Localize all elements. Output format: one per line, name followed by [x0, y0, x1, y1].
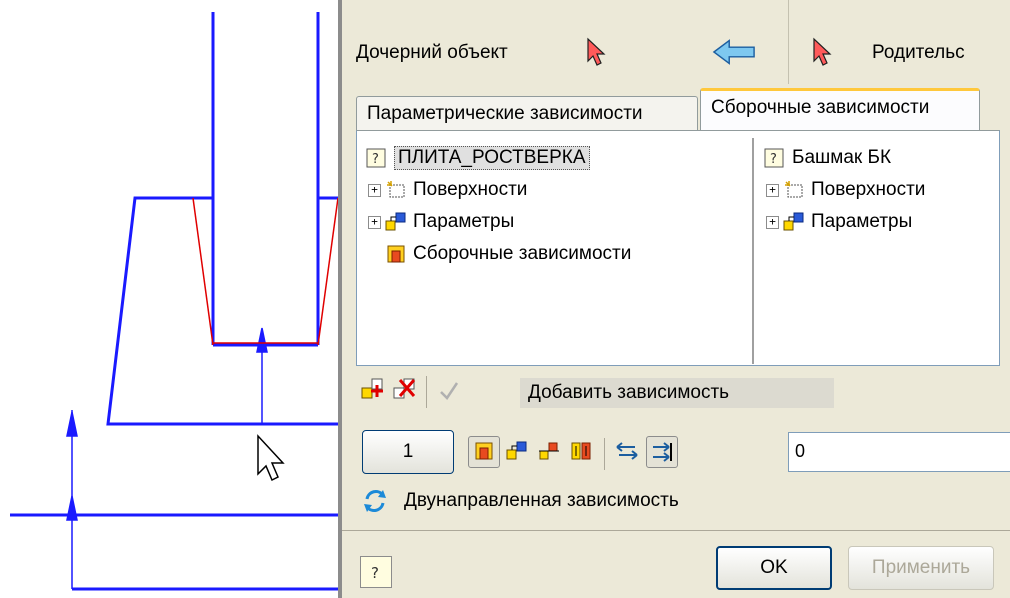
parent-object-pick-button[interactable]	[800, 30, 844, 74]
tree-root-label: Башмак БК	[792, 147, 892, 168]
expand-icon[interactable]: +	[766, 215, 779, 229]
checkmark-icon	[440, 382, 459, 400]
expand-icon[interactable]: +	[368, 215, 381, 229]
apply-dependency-check-button[interactable]	[434, 376, 464, 406]
help-icon: ?	[371, 564, 379, 582]
tree-item-surfaces[interactable]: + Поверхности	[368, 176, 527, 204]
expand-icon[interactable]: +	[766, 183, 779, 197]
parameters-icon	[506, 441, 527, 460]
child-object-pick-button[interactable]	[574, 30, 618, 74]
tree-root-child[interactable]: ? ПЛИТА_РОСТВЕРКА	[366, 144, 590, 172]
delete-dependency-icon	[393, 378, 416, 399]
tree-root-label: ПЛИТА_РОСТВЕРКА	[394, 146, 590, 170]
align-mode-button[interactable]	[534, 436, 564, 466]
count-button[interactable]: 1	[362, 430, 454, 474]
help-button[interactable]: ?	[360, 556, 392, 588]
swap-arrows-icon	[616, 442, 638, 460]
parent-tree[interactable]: ? Башмак БК + Поверхности + Параметры	[758, 138, 998, 364]
add-dependency-field: Добавить зависимость	[520, 378, 834, 408]
mate-icon	[571, 442, 591, 460]
tree-root-parent[interactable]: ? Башмак БК	[764, 144, 891, 172]
tab-parametric-dependencies[interactable]: Параметрические зависимости	[356, 96, 698, 132]
cad-drawing-canvas[interactable]	[0, 0, 340, 598]
tree-item-assembly-dependencies[interactable]: Сборочные зависимости	[385, 240, 631, 268]
parameters-icon	[783, 212, 804, 231]
tree-item-surfaces[interactable]: + Поверхности	[766, 176, 925, 204]
svg-text:?: ?	[371, 564, 379, 582]
dependency-dialog: Дочерний объект Родительс Параметрически…	[338, 0, 1010, 598]
cursor-arrow-icon	[813, 37, 832, 66]
svg-text:?: ?	[770, 152, 777, 167]
flip-arrows-icon	[653, 442, 672, 462]
direction-arrow-button[interactable]	[712, 30, 756, 74]
tree-item-parameters[interactable]: + Параметры	[368, 208, 514, 236]
value-input[interactable]: 0	[788, 432, 1010, 472]
ok-button[interactable]: OK	[716, 546, 832, 590]
drawing-lines	[10, 12, 338, 591]
apply-button[interactable]: Применить	[848, 546, 994, 590]
assembly-dependency-icon	[387, 245, 405, 263]
flip-direction-toggle[interactable]	[646, 436, 678, 468]
tree-divider	[752, 138, 754, 364]
expand-icon[interactable]: +	[368, 183, 381, 197]
add-dependency-label: Добавить зависимость	[528, 382, 730, 403]
parameters-icon	[385, 212, 406, 231]
parent-object-label: Родительс	[872, 42, 965, 63]
tree-item-label: Параметры	[413, 211, 515, 232]
bidirectional-dependency-label: Двунаправленная зависимость	[404, 490, 679, 511]
tree-item-label: Поверхности	[413, 179, 528, 200]
align-icon	[539, 442, 559, 460]
tree-item-parameters[interactable]: + Параметры	[766, 208, 912, 236]
add-dependency-icon	[361, 378, 383, 399]
assembly-mode-toggle[interactable]	[468, 436, 500, 468]
mate-mode-button[interactable]	[566, 436, 596, 466]
tree-item-label: Поверхности	[811, 179, 926, 200]
cursor-arrow-icon	[587, 37, 606, 66]
dimension-lines	[66, 327, 268, 589]
svg-text:?: ?	[372, 152, 379, 167]
part-icon: ?	[366, 148, 386, 168]
assembly-dependency-icon	[475, 442, 493, 460]
delete-dependency-button[interactable]	[390, 374, 420, 404]
parameters-mode-button[interactable]	[502, 436, 532, 466]
child-tree[interactable]: ? ПЛИТА_РОСТВЕРКА + Поверхности + Параме…	[360, 138, 752, 364]
surfaces-icon	[785, 181, 803, 198]
part-icon: ?	[764, 148, 784, 168]
arrow-left-icon	[712, 39, 755, 65]
value-input-text: 0	[795, 441, 806, 461]
constraint-lines	[192, 197, 339, 346]
surfaces-icon	[387, 181, 405, 198]
tree-item-label: Сборочные зависимости	[413, 243, 632, 264]
mouse-cursor-icon	[257, 434, 285, 482]
bidirectional-dependency-icon	[360, 486, 390, 516]
footer-divider	[342, 530, 1010, 531]
swap-direction-button[interactable]	[612, 436, 642, 466]
add-dependency-button[interactable]	[358, 374, 388, 404]
tab-assembly-dependencies[interactable]: Сборочные зависимости	[700, 88, 980, 130]
tree-item-label: Параметры	[811, 211, 913, 232]
child-object-label: Дочерний объект	[356, 42, 508, 63]
